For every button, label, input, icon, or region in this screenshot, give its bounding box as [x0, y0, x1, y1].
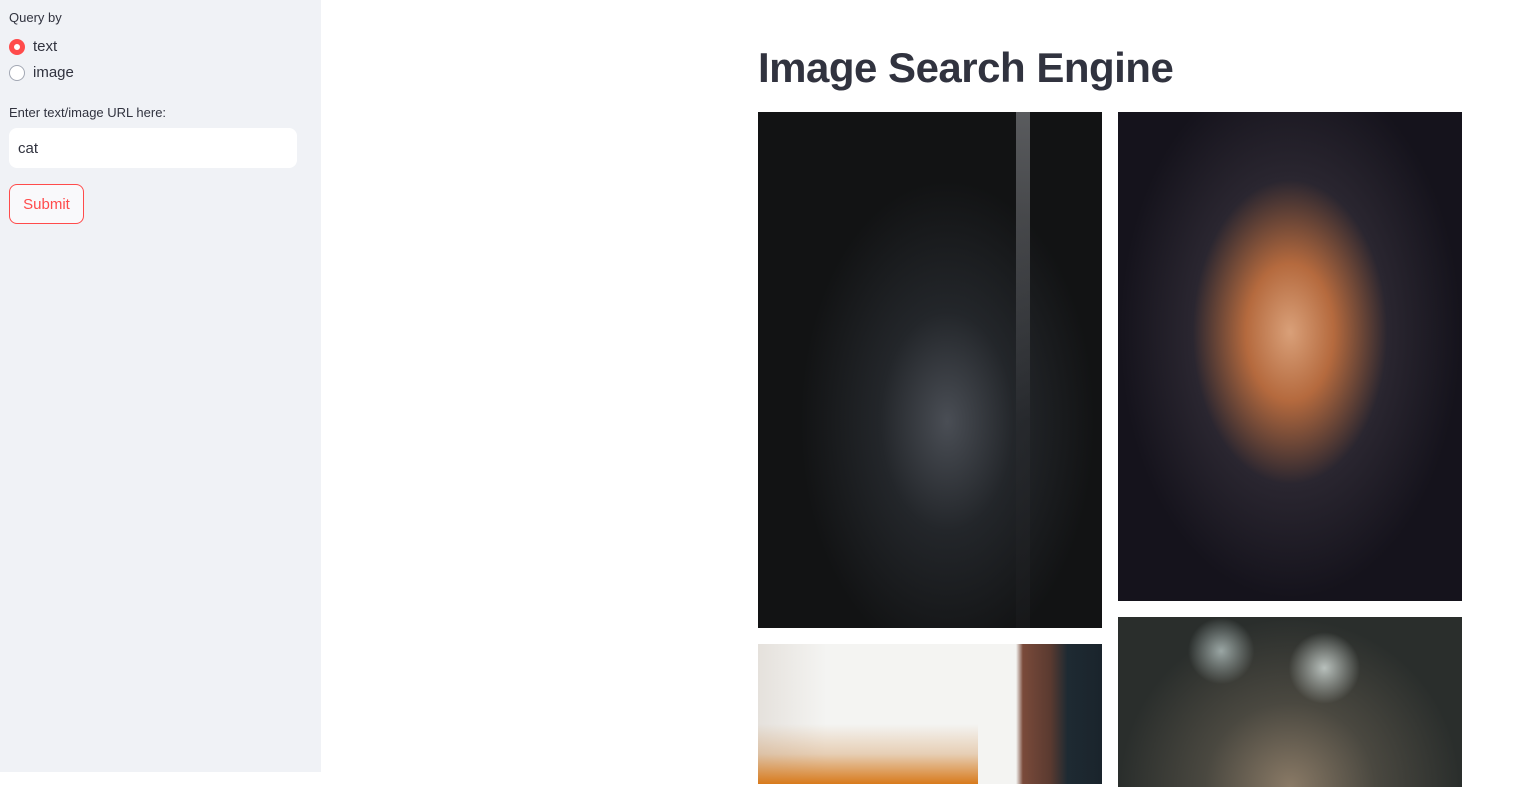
page-title: Image Search Engine: [758, 44, 1174, 91]
result-image: [1118, 617, 1462, 787]
result-image: [758, 644, 1102, 784]
sidebar: Query by text image Enter text/image URL…: [0, 0, 321, 772]
query-by-label: Query by: [9, 10, 62, 25]
query-input[interactable]: [9, 128, 297, 168]
input-label: Enter text/image URL here:: [9, 105, 167, 120]
radio-image[interactable]: image: [9, 64, 74, 81]
radio-text-label: text: [33, 38, 58, 55]
radio-selected-icon: [9, 38, 25, 55]
radio-image-label: image: [33, 64, 74, 81]
submit-button[interactable]: Submit: [9, 184, 84, 224]
radio-text[interactable]: text: [9, 38, 57, 55]
result-image: [758, 112, 1102, 628]
result-image: [1118, 112, 1462, 601]
radio-unselected-icon: [9, 64, 25, 81]
